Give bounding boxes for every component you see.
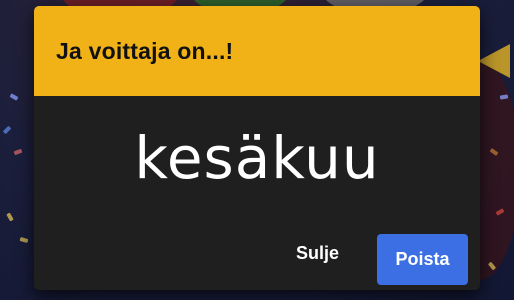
dialog-title: Ja voittaja on...! xyxy=(56,37,234,64)
winner-text: kesäkuu xyxy=(134,124,380,192)
confetti-piece xyxy=(19,237,29,243)
dialog-header: Ja voittaja on...! xyxy=(34,6,480,96)
confetti-piece xyxy=(2,125,12,135)
confetti-piece xyxy=(13,148,23,156)
close-button[interactable]: Sulje xyxy=(282,234,353,272)
confetti-piece xyxy=(9,93,19,101)
dialog-body: kesäkuu xyxy=(34,96,480,220)
wheel-pointer-icon xyxy=(478,44,510,78)
confetti-piece xyxy=(6,212,14,222)
remove-button[interactable]: Poista xyxy=(377,234,468,285)
dialog-actions: Sulje Poista xyxy=(34,220,480,290)
winner-dialog: Ja voittaja on...! kesäkuu Sulje Poista xyxy=(34,6,480,290)
